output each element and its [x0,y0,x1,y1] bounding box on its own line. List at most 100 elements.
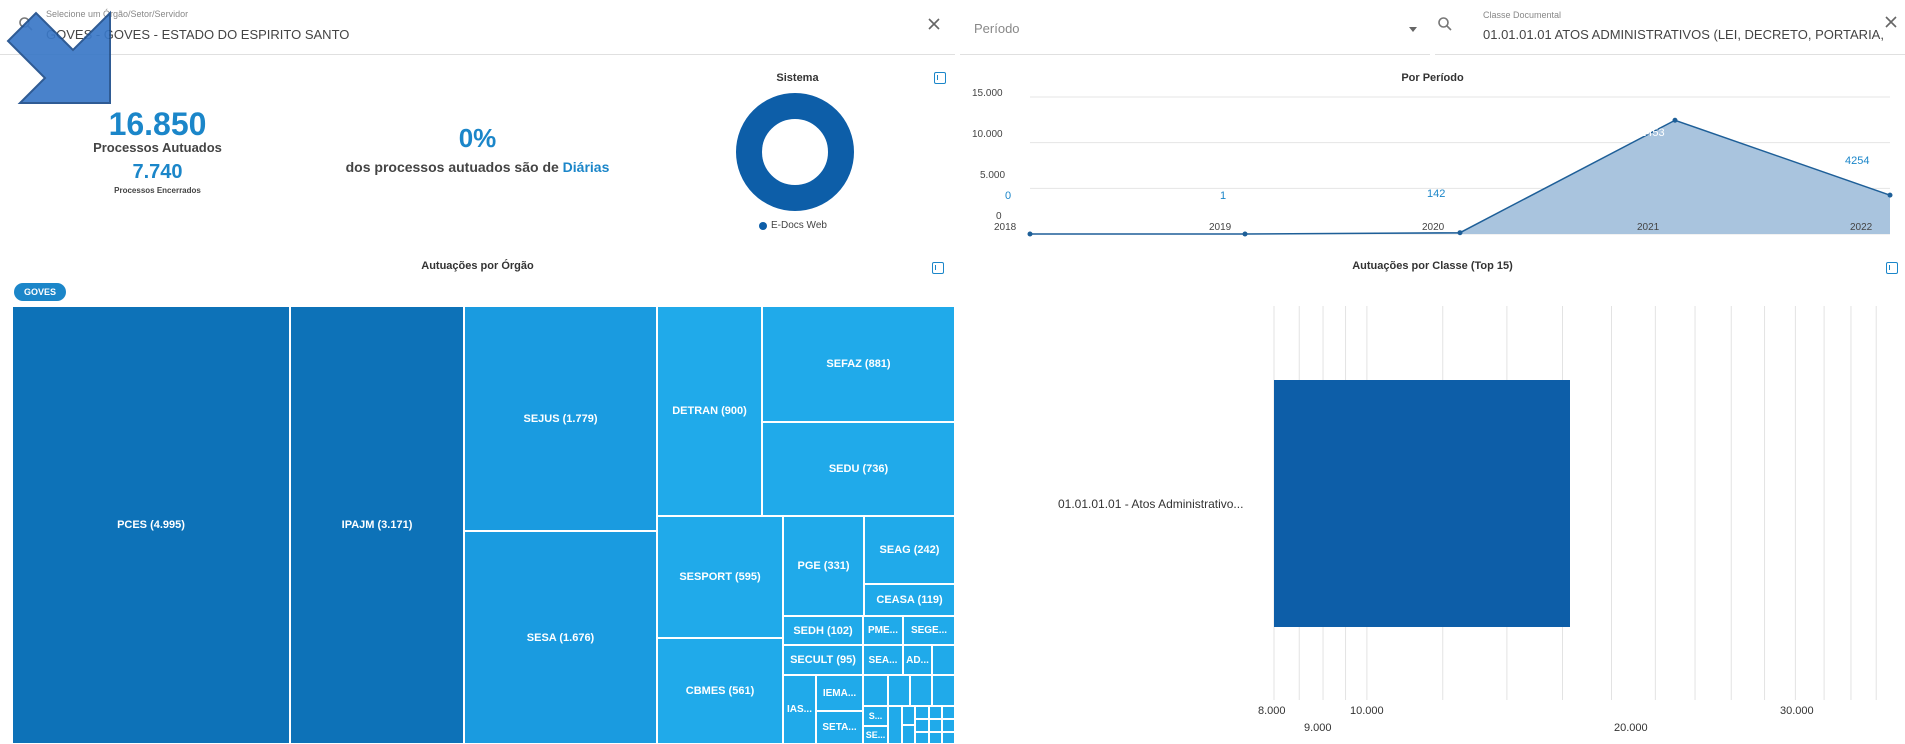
sistema-donut[interactable] [735,92,855,212]
treemap-cell-se[interactable]: SE... [863,726,888,744]
treemap-cell-small[interactable] [902,725,915,744]
treemap-cell-sedu[interactable]: SEDU (736) [762,422,955,516]
data-label: 0 [1005,190,1012,202]
period-point[interactable] [1242,231,1248,237]
treemap-cell-small[interactable] [915,732,929,744]
period-point[interactable] [1672,117,1678,123]
periodo-placeholder: Período [974,21,1020,36]
y-tick: 15.000 [972,88,1003,99]
x-label: 2019 [1209,222,1232,233]
table-view-icon[interactable] [934,72,946,84]
treemap-cell-small[interactable] [888,675,910,706]
treemap-cell-small[interactable] [915,719,929,732]
treemap-cell-sege[interactable]: SEGE... [903,616,955,645]
treemap-cell-small[interactable] [929,719,942,732]
treemap-cell-small[interactable] [863,675,888,706]
arrow-annotation-icon [6,10,111,104]
treemap-cell-ias[interactable]: IAS... [783,675,816,744]
goves-chip[interactable]: GOVES [14,283,67,301]
treemap-cell-iema[interactable]: IEMA... [816,675,863,711]
treemap-cell-s[interactable]: S... [863,706,888,726]
treemap-cell-small[interactable] [942,706,955,719]
search-icon [1437,16,1453,35]
treemap-cell-small[interactable] [929,732,942,744]
treemap-cell-sea[interactable]: SEA... [863,645,903,675]
period-point[interactable] [1887,192,1893,198]
treemap-cell-pme[interactable]: PME... [863,616,903,645]
clear-icon[interactable] [1883,14,1899,33]
treemap-cell-sesport[interactable]: SESPORT (595) [657,516,783,638]
classe-panel: Autuações por Classe (Top 15) 01.01.01.0… [960,248,1905,744]
periodo-panel: Por Período 15.000 10.000 5.000 0 2018 2… [960,58,1905,238]
treemap: PCES (4.995) IPAJM (3.171) SEJUS (1.779)… [12,306,955,744]
diarias-percent: 0% [458,123,497,153]
treemap-cell-small[interactable] [942,732,955,744]
treemap-cell-pces[interactable]: PCES (4.995) [12,306,290,744]
y-tick: 10.000 [972,129,1003,140]
treemap-cell-sesa[interactable]: SESA (1.676) [464,531,657,744]
treemap-cell-small[interactable] [915,706,929,719]
encerrados-label: Processos Encerrados [114,186,201,195]
filter-classe-label: Classe Documental [1483,10,1562,20]
autuados-label: Processos Autuados [93,140,222,155]
sistema-legend[interactable]: E-Docs Web [771,220,827,231]
diarias-text-prefix: dos processos autuados são de [345,159,559,175]
treemap-cell-ad[interactable]: AD... [903,645,932,675]
diarias-link[interactable]: Diárias [563,159,610,175]
sistema-panel: Sistema E-Docs Web [640,58,955,238]
x-label: 2020 [1422,222,1445,233]
treemap-cell-ceasa[interactable]: CEASA (119) [864,584,955,616]
orgao-panel: Autuações por Órgão GOVES PCES (4.995) I… [0,248,955,744]
period-area [1030,120,1890,234]
filter-periodo[interactable]: Período [960,0,1430,55]
x-tick: 20.000 [1614,722,1648,734]
data-label: 1 [1220,190,1227,202]
period-point[interactable] [1457,230,1463,236]
x-tick: 9.000 [1304,722,1332,734]
data-label: 4254 [1845,155,1870,167]
treemap-cell-small[interactable] [932,675,955,706]
table-view-icon[interactable] [932,262,944,274]
treemap-cell-pge[interactable]: PGE (331) [783,516,864,616]
treemap-cell-sejus[interactable]: SEJUS (1.779) [464,306,657,531]
treemap-cell-small[interactable] [929,706,942,719]
data-label: 142 [1427,188,1446,200]
treemap-cell-small[interactable] [902,706,915,725]
x-tick: 30.000 [1780,705,1814,717]
filter-classe[interactable]: Classe Documental 01.01.01.01 ATOS ADMIN… [1435,0,1905,55]
filter-orgao[interactable]: Selecione um Órgão/Setor/Servidor GOVES … [0,0,955,55]
x-tick: 10.000 [1350,705,1384,717]
periodo-chart[interactable] [960,58,1905,238]
treemap-cell-cbmes[interactable]: CBMES (561) [657,638,783,744]
treemap-cell-secult[interactable]: SECULT (95) [783,645,863,675]
filter-classe-value[interactable]: 01.01.01.01 ATOS ADMINISTRATIVOS (LEI, D… [1483,27,1884,42]
period-point[interactable] [1027,231,1033,237]
y-tick: 0 [996,211,1002,222]
legend-dot-icon [759,222,767,230]
treemap-cell-small[interactable] [888,706,902,744]
y-tick: 5.000 [980,170,1006,181]
treemap-cell-small[interactable] [942,719,955,732]
encerrados-value: 7.740 [132,161,183,183]
clear-icon[interactable] [926,16,942,35]
classe-chart [1273,306,1877,700]
data-label: 12453 [1634,127,1665,139]
dropdown-caret-icon[interactable] [1407,20,1419,38]
x-label: 2021 [1637,222,1660,233]
x-label: 2022 [1850,222,1873,233]
treemap-cell-seag[interactable]: SEAG (242) [864,516,955,584]
diarias-panel: 0% dos processos autuados são de Diárias [320,58,635,238]
x-tick: 8.000 [1258,705,1286,717]
classe-bar[interactable] [1274,380,1570,627]
orgao-title: Autuações por Órgão [421,260,534,272]
treemap-cell-sefaz[interactable]: SEFAZ (881) [762,306,955,422]
x-label: 2018 [994,222,1017,233]
treemap-cell-detran[interactable]: DETRAN (900) [657,306,762,516]
treemap-cell-small[interactable] [932,645,955,675]
sistema-title: Sistema [776,72,819,84]
treemap-cell-small[interactable] [910,675,932,706]
treemap-cell-ipajm[interactable]: IPAJM (3.171) [290,306,464,744]
diarias-text: dos processos autuados são de Diárias [320,159,635,175]
treemap-cell-seta[interactable]: SETA... [816,711,863,744]
treemap-cell-sedh[interactable]: SEDH (102) [783,616,863,645]
